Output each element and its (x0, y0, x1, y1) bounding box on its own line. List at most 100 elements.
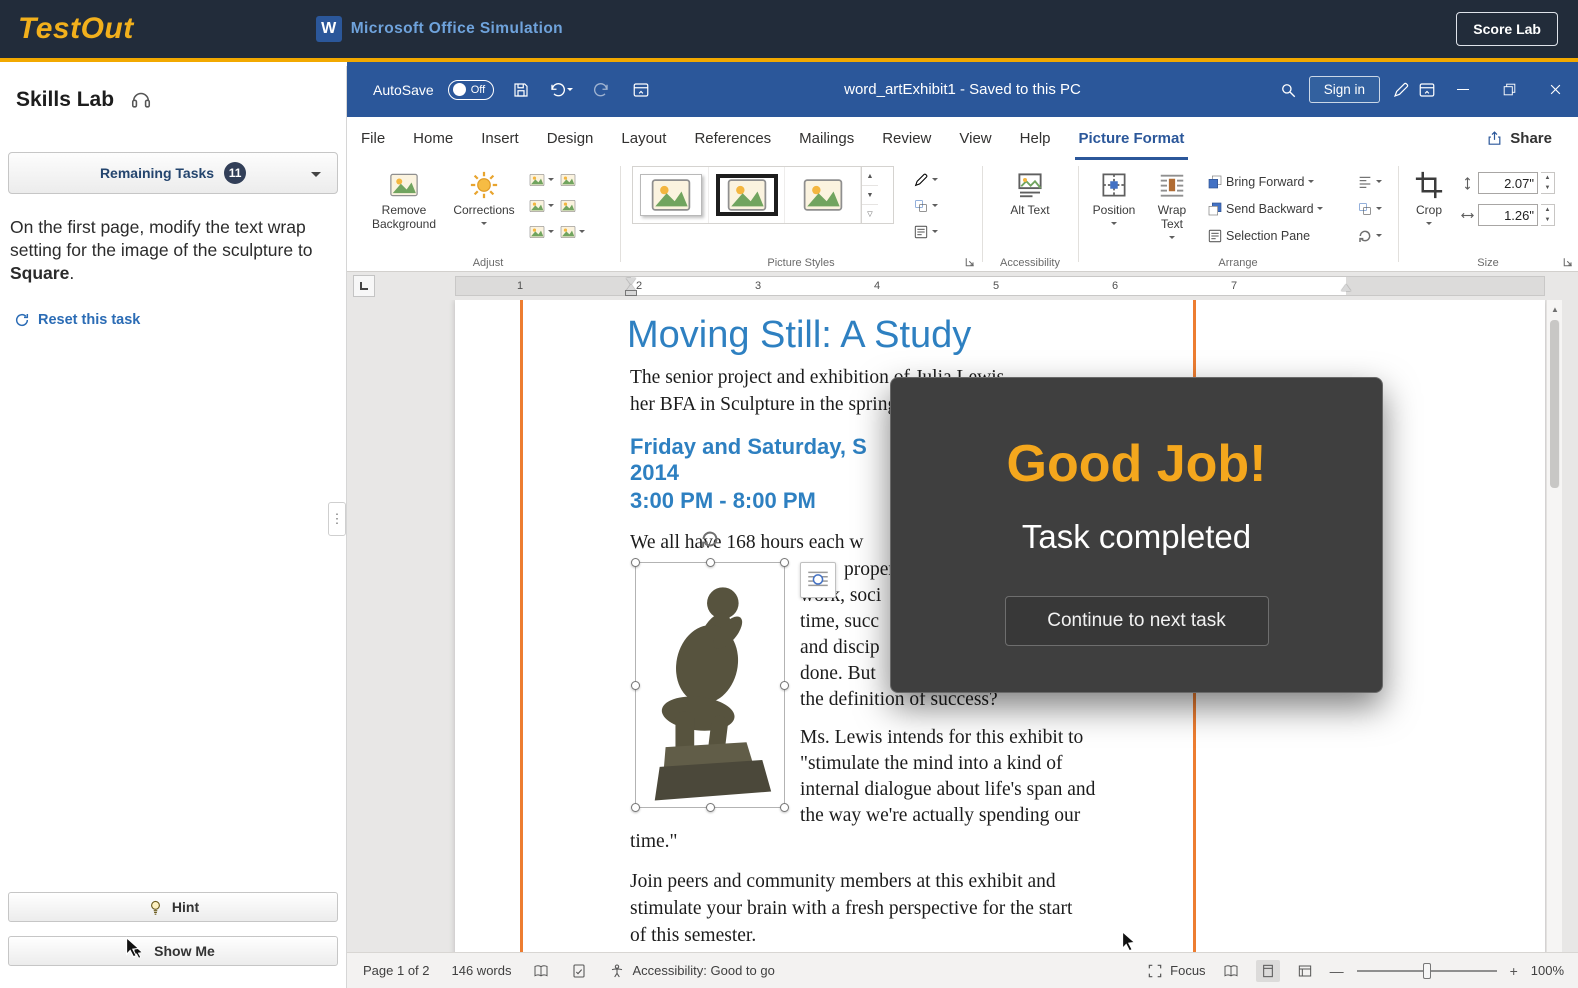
restore-button[interactable] (1486, 62, 1532, 117)
align-button[interactable] (1354, 170, 1385, 194)
scroll-up-button[interactable]: ▲ (1547, 302, 1563, 316)
zoom-slider-thumb[interactable] (1422, 962, 1431, 979)
right-indent-marker[interactable] (1341, 279, 1351, 291)
hint-button[interactable]: Hint (8, 892, 338, 922)
artistic-effects-button[interactable] (526, 194, 557, 218)
zoom-slider[interactable] (1356, 961, 1497, 981)
hanging-indent-marker[interactable] (626, 279, 636, 291)
rotate-button[interactable] (1354, 224, 1385, 248)
close-button[interactable] (1532, 62, 1578, 117)
word-count[interactable]: 146 words (452, 963, 512, 978)
zoom-percentage[interactable]: 100% (1531, 963, 1564, 978)
horizontal-ruler[interactable]: 1 2 3 4 5 6 7 (455, 276, 1545, 296)
vertical-scrollbar[interactable]: ▲ (1546, 300, 1562, 952)
resize-handle-sw[interactable] (631, 803, 640, 812)
tab-layout[interactable]: Layout (607, 117, 680, 160)
minimize-button[interactable] (1440, 62, 1486, 117)
tab-help[interactable]: Help (1006, 117, 1065, 160)
alt-text-button[interactable]: Alt Text (1002, 164, 1058, 217)
change-picture-button[interactable] (557, 194, 579, 218)
group-objects-button[interactable] (1354, 197, 1385, 221)
share-button[interactable]: Share (1486, 130, 1552, 147)
gallery-more-button[interactable]: ▽ (862, 204, 878, 223)
picture-style-2-selected[interactable] (709, 167, 785, 223)
zoom-out-button[interactable]: — (1330, 963, 1344, 979)
continue-next-task-button[interactable]: Continue to next task (1004, 596, 1269, 646)
left-indent-marker[interactable] (625, 290, 637, 296)
score-lab-button[interactable]: Score Lab (1456, 12, 1558, 46)
position-button[interactable]: Position (1084, 164, 1144, 228)
reset-task-link[interactable]: Reset this task (14, 312, 140, 328)
reset-picture-button[interactable] (557, 220, 588, 244)
resize-handle-nw[interactable] (631, 558, 640, 567)
picture-style-1[interactable] (633, 167, 709, 223)
autosave-toggle[interactable]: Off (447, 79, 494, 100)
zoom-in-button[interactable]: + (1510, 963, 1518, 979)
web-layout-button[interactable] (1293, 960, 1317, 982)
shape-width-field[interactable] (1478, 204, 1538, 226)
search-icon[interactable] (1275, 77, 1301, 103)
crop-button[interactable]: Crop (1404, 164, 1454, 228)
selection-pane-button[interactable]: Selection Pane (1204, 224, 1326, 248)
sidebar-drag-handle[interactable]: ⋮ (328, 502, 346, 536)
corrections-button[interactable]: Corrections (448, 164, 520, 228)
tab-selector[interactable] (353, 275, 375, 297)
color-button[interactable] (526, 168, 557, 192)
width-stepper[interactable]: ▲ ▼ (1541, 204, 1555, 226)
scrollbar-thumb[interactable] (1550, 320, 1560, 488)
resize-handle-se[interactable] (780, 803, 789, 812)
tab-mailings[interactable]: Mailings (785, 117, 868, 160)
picture-effects-button[interactable] (910, 194, 941, 218)
tab-review[interactable]: Review (868, 117, 945, 160)
headphones-icon[interactable] (130, 88, 152, 110)
transparency-button[interactable] (526, 220, 557, 244)
tab-picture-format[interactable]: Picture Format (1065, 117, 1199, 160)
proofing-status-button[interactable] (571, 963, 587, 979)
compress-pictures-button[interactable] (557, 168, 579, 192)
tab-references[interactable]: References (680, 117, 785, 160)
tab-file[interactable]: File (347, 117, 399, 160)
gallery-up-button[interactable]: ▲ (862, 167, 878, 185)
layout-options-button[interactable] (800, 562, 836, 598)
customize-quick-access-button[interactable] (628, 77, 654, 103)
tab-home[interactable]: Home (399, 117, 467, 160)
gallery-down-button[interactable]: ▼ (862, 185, 878, 204)
picture-border-button[interactable] (910, 168, 941, 192)
tab-design[interactable]: Design (533, 117, 608, 160)
resize-handle-e[interactable] (780, 681, 789, 690)
bring-forward-button[interactable]: Bring Forward (1204, 170, 1326, 194)
width-icon (1460, 208, 1475, 223)
height-stepper[interactable]: ▲ ▼ (1541, 172, 1555, 194)
show-me-button[interactable]: Show Me (8, 936, 338, 966)
shape-height-field[interactable] (1478, 172, 1538, 194)
sign-in-button[interactable]: Sign in (1308, 76, 1380, 103)
sculpture-image[interactable] (631, 558, 789, 812)
remove-background-button[interactable]: Remove Background (364, 164, 444, 231)
undo-button[interactable] (548, 77, 574, 103)
read-aloud-button[interactable] (533, 963, 549, 979)
tab-insert[interactable]: Insert (467, 117, 533, 160)
save-button[interactable] (508, 77, 534, 103)
focus-mode-button[interactable]: Focus (1147, 963, 1206, 979)
rotation-handle[interactable] (699, 528, 721, 550)
send-backward-button[interactable]: Send Backward (1204, 197, 1326, 221)
resize-handle-w[interactable] (631, 681, 640, 690)
picture-style-3[interactable] (785, 167, 861, 223)
resize-handle-ne[interactable] (780, 558, 789, 567)
wrap-text-button[interactable]: Wrap Text (1146, 164, 1198, 242)
print-layout-button[interactable] (1255, 959, 1280, 982)
size-dialog-launcher[interactable] (1562, 256, 1574, 268)
page-indicator[interactable]: Page 1 of 2 (363, 963, 430, 978)
remaining-tasks-dropdown[interactable]: Remaining Tasks 11 (8, 152, 338, 194)
accessibility-status[interactable]: Accessibility: Good to go (609, 963, 775, 979)
resize-handle-n[interactable] (706, 558, 715, 567)
redo-button[interactable] (588, 77, 614, 103)
body-text-line: Join peers and community members at this… (630, 871, 1056, 892)
tab-view[interactable]: View (945, 117, 1005, 160)
resize-handle-s[interactable] (706, 803, 715, 812)
ribbon-display-options-button[interactable] (1414, 77, 1440, 103)
picture-layout-button[interactable] (910, 220, 941, 244)
read-mode-button[interactable] (1219, 960, 1243, 982)
ink-pen-icon[interactable] (1388, 77, 1414, 103)
picture-styles-dialog-launcher[interactable] (964, 256, 976, 268)
